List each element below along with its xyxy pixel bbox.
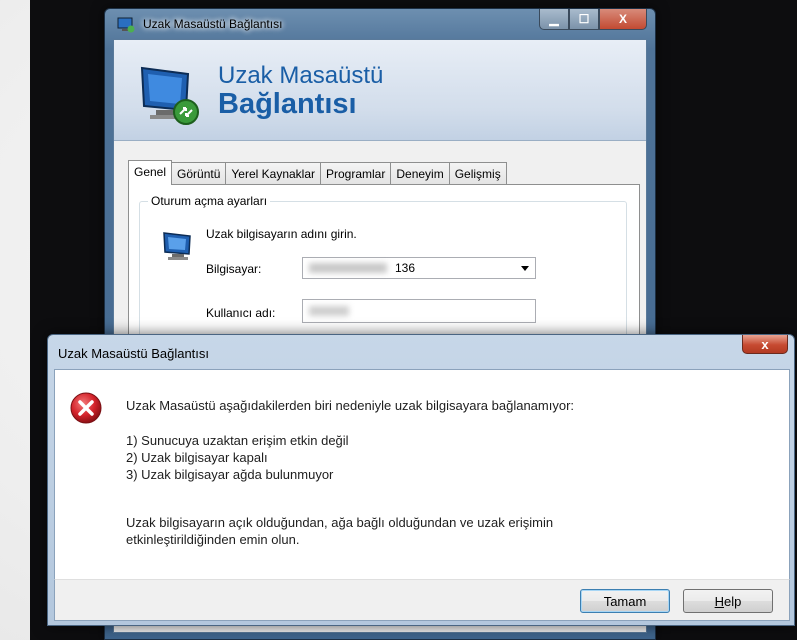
window-controls: ▁ ☐ X [539, 9, 647, 31]
minimize-button[interactable]: ▁ [539, 9, 569, 30]
help-button[interactable]: Help [683, 589, 773, 613]
banner-title-line2: Bağlantısı [218, 88, 357, 120]
instruction-text: Uzak bilgisayarın adını girin. [206, 227, 357, 241]
help-button-accelerator: H [714, 593, 725, 609]
error-dialog: Uzak Masaüstü Bağlantısı x Uzak Masaüstü… [47, 334, 795, 626]
tab-programlar[interactable]: Programlar [320, 162, 392, 185]
tab-goruntu[interactable]: Görüntü [171, 162, 227, 185]
computer-combobox[interactable]: 136 [302, 257, 536, 279]
close-button[interactable]: X [599, 9, 647, 30]
rdp-window-title: Uzak Masaüstü Bağlantısı [143, 17, 283, 31]
group-title: Oturum açma ayarları [148, 194, 271, 208]
chevron-down-icon[interactable] [521, 266, 529, 271]
maximize-button[interactable]: ☐ [569, 9, 599, 30]
computer-icon [163, 232, 191, 260]
advice-text-line2: etkinleştirildiğinden emin olun. [126, 532, 300, 547]
reason-item: 1) Sunucuya uzaktan erişim etkin değil [126, 433, 349, 448]
username-label: Kullanıcı adı: [206, 306, 276, 320]
error-dialog-title: Uzak Masaüstü Bağlantısı [58, 346, 210, 361]
ok-button[interactable]: Tamam [580, 589, 670, 613]
tab-deneyim[interactable]: Deneyim [390, 162, 450, 185]
error-close-button[interactable]: x [742, 335, 788, 354]
error-dialog-footer: Tamam Help [54, 579, 790, 621]
computer-label: Bilgisayar: [206, 262, 262, 276]
error-dialog-body: Uzak Masaüstü aşağıdakilerden biri neden… [54, 369, 790, 580]
reason-item: 3) Uzak bilgisayar ağda bulunmuyor [126, 467, 334, 482]
reason-item: 2) Uzak bilgisayar kapalı [126, 450, 268, 465]
tab-genel[interactable]: Genel [128, 160, 173, 185]
banner-title-line1: Uzak Masaüstü [218, 62, 384, 89]
tab-gelismis[interactable]: Gelişmiş [448, 162, 507, 185]
remote-monitor-icon [140, 66, 199, 125]
rdp-banner: Uzak Masaüstü Bağlantısı [114, 40, 646, 141]
error-icon [70, 392, 102, 424]
rdp-app-icon [117, 17, 135, 33]
advice-text-line1: Uzak bilgisayarın açık olduğundan, ağa b… [126, 515, 554, 530]
error-message: Uzak Masaüstü aşağıdakilerden biri neden… [126, 398, 575, 413]
redacted-computer-value [309, 263, 387, 273]
tab-yerel-kaynaklar[interactable]: Yerel Kaynaklar [225, 162, 321, 185]
redacted-username [309, 306, 349, 316]
computer-value: 136 [395, 261, 416, 275]
username-field[interactable] [302, 299, 536, 323]
tab-strip: Genel Görüntü Yerel Kaynaklar Programlar… [128, 160, 507, 185]
help-button-label: elp [724, 593, 742, 609]
